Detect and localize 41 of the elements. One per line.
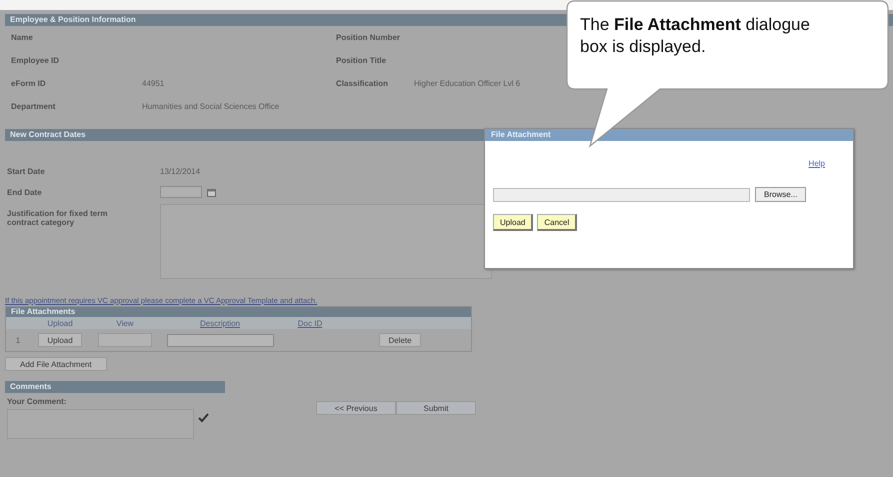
section-header: New Contract Dates <box>5 129 485 141</box>
delete-button[interactable]: Delete <box>379 333 421 347</box>
browse-button[interactable]: Browse... <box>755 187 806 202</box>
text-area[interactable] <box>160 204 492 279</box>
column-header: View <box>116 318 134 328</box>
dialog-button[interactable]: Cancel <box>537 214 578 231</box>
callout-text: The File Attachment dialogue box is displayed. <box>580 14 811 58</box>
column-header: Doc ID <box>298 318 322 328</box>
field-label: Classification <box>336 79 388 88</box>
field-label: Department <box>10 102 56 111</box>
section-header: File Attachments <box>6 307 471 317</box>
check-mark-icon[interactable] <box>198 413 209 423</box>
calendar-icon[interactable] <box>207 188 216 196</box>
nav-button[interactable]: Submit <box>396 401 476 415</box>
description-field[interactable] <box>166 334 274 346</box>
field-label: End Date <box>6 188 43 196</box>
field-label: Name <box>10 33 34 42</box>
add-attachment-button[interactable]: Add File Attachment <box>5 357 107 371</box>
field-value: 13/12/2014 <box>160 166 200 176</box>
field-value: 44951 <box>142 79 164 88</box>
field-label: eForm ID <box>10 79 47 88</box>
nav-button[interactable]: << Previous <box>316 401 396 415</box>
field-label: Start Date <box>6 166 46 176</box>
field-value: Humanities and Social Sciences Office <box>142 102 280 111</box>
field-label: Position Number <box>336 33 400 42</box>
field-value: Higher Education Officer Lvl 6 <box>414 79 520 88</box>
field-label: Your Comment: <box>7 397 68 406</box>
file-path-field[interactable] <box>493 188 750 202</box>
view-button[interactable] <box>98 333 152 347</box>
column-header: Upload <box>47 318 73 328</box>
row-number: 1 <box>16 336 20 344</box>
field-label: Position Title <box>336 56 386 65</box>
date-field[interactable] <box>160 186 202 198</box>
field-label: Justification for fixed term contract category <box>6 209 108 227</box>
dialog-button[interactable]: Upload <box>493 214 534 231</box>
column-header: Description <box>200 318 240 328</box>
dialog-title: File Attachment <box>485 129 853 141</box>
help-link[interactable]: Help <box>808 159 825 168</box>
upload-button[interactable]: Upload <box>38 333 82 347</box>
field-label: Employee ID <box>10 56 60 65</box>
section-header: Comments <box>5 381 225 393</box>
